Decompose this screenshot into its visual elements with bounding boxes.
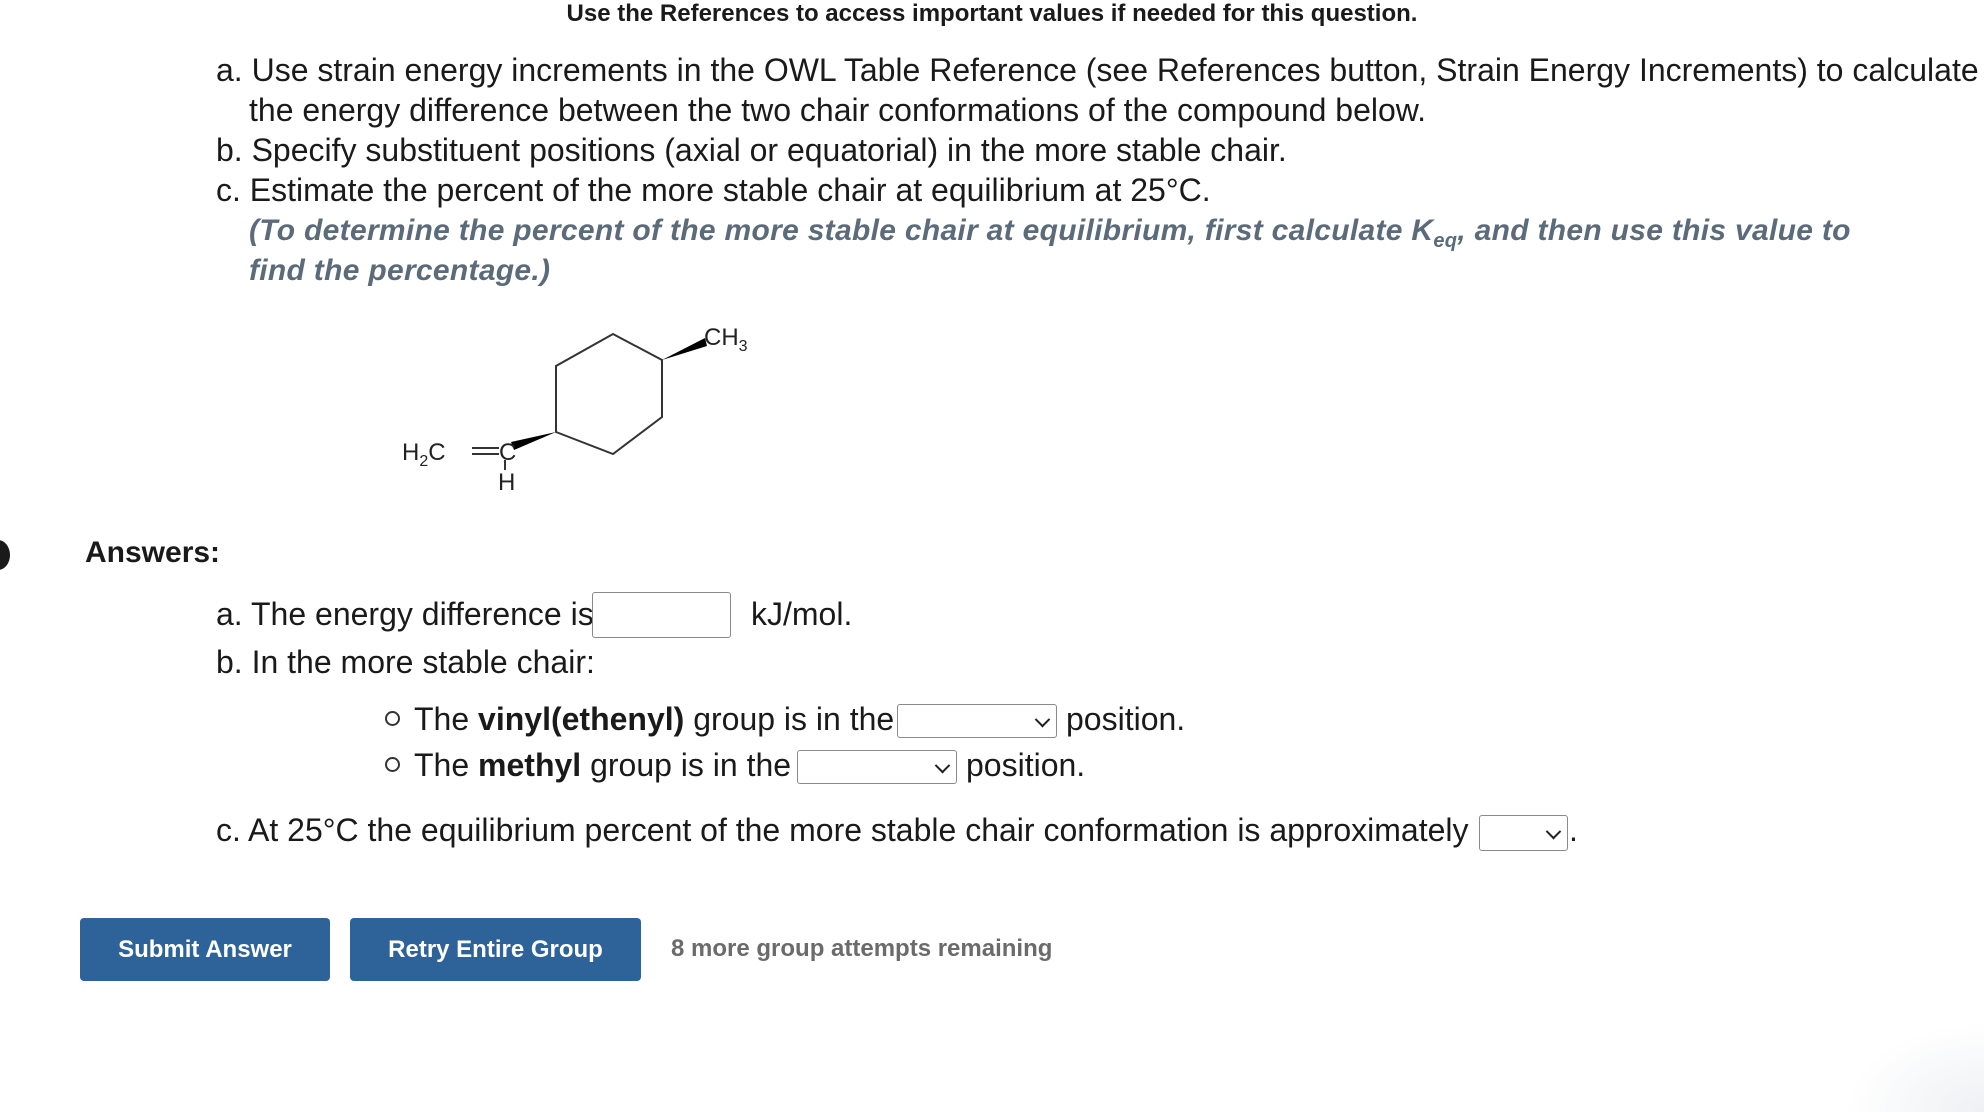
chevron-down-icon — [1034, 711, 1051, 728]
methyl-group-name: methyl — [478, 747, 582, 783]
vinyl-text-post: group is in the — [684, 701, 895, 737]
left-edge-marker — [0, 540, 10, 570]
energy-difference-input[interactable] — [592, 592, 731, 638]
hint-line-2: find the percentage.) — [249, 254, 551, 287]
vinyl-position-select[interactable] — [897, 704, 1057, 738]
methyl-position-select[interactable] — [797, 750, 957, 784]
answer-b-intro: b. In the more stable chair: — [216, 644, 595, 680]
vinyl-position-suffix: position. — [1066, 701, 1186, 737]
hint-text-after: , and then use this value to — [1457, 214, 1851, 247]
vinyl-h-label: H — [498, 469, 515, 496]
cyclohexane-ring — [555, 332, 663, 456]
chevron-down-icon — [934, 757, 951, 774]
hint-keq-subscript: eq — [1433, 230, 1458, 252]
chevron-down-icon — [1545, 823, 1562, 840]
methyl-text-post: group is in the — [581, 747, 792, 783]
methyl-wedge-bond — [662, 338, 707, 360]
answer-c-text: c. At 25°C the equilibrium percent of th… — [216, 812, 1469, 848]
bullet-icon — [385, 757, 400, 773]
vinyl-wedge-bond — [511, 432, 556, 450]
answer-a-unit: kJ/mol. — [751, 596, 853, 632]
hint-text-before: (To determine the percent of the more st… — [249, 214, 1434, 247]
vinyl-ch-carbon-label: C — [499, 439, 516, 466]
vinyl-position-row: The vinyl(ethenyl) group is in the — [385, 699, 894, 739]
answer-c-period: . — [1569, 812, 1578, 848]
methyl-label: CH3 — [704, 324, 748, 355]
compound-structure: CH3 H2C C H — [402, 324, 748, 496]
question-part-b: b. Specify substituent positions (axial … — [216, 132, 1287, 168]
question-part-a-line2: the energy difference between the two ch… — [249, 92, 1427, 128]
vinyl-ch2-label: H2C — [402, 439, 446, 470]
methyl-position-row: The methyl group is in the — [385, 745, 791, 785]
bullet-icon — [385, 711, 400, 727]
methyl-position-suffix: position. — [966, 747, 1086, 783]
submit-answer-button[interactable]: Submit Answer — [80, 918, 330, 981]
vinyl-text-pre: The — [414, 701, 479, 737]
references-note: Use the References to access important v… — [566, 0, 1418, 27]
vinyl-group-name: vinyl(ethenyl) — [478, 701, 685, 737]
attempts-remaining-text: 8 more group attempts remaining — [671, 935, 1053, 962]
question-part-a-line1: a. Use strain energy increments in the O… — [216, 52, 1979, 88]
corner-shade — [1844, 1022, 1984, 1112]
answers-label: Answers: — [85, 536, 221, 569]
methyl-text-pre: The — [414, 747, 479, 783]
answer-a-prefix: a. The energy difference is — [216, 596, 594, 632]
question-part-c: c. Estimate the percent of the more stab… — [216, 172, 1211, 208]
percent-select[interactable] — [1479, 815, 1568, 851]
retry-entire-group-button[interactable]: Retry Entire Group — [350, 918, 641, 981]
